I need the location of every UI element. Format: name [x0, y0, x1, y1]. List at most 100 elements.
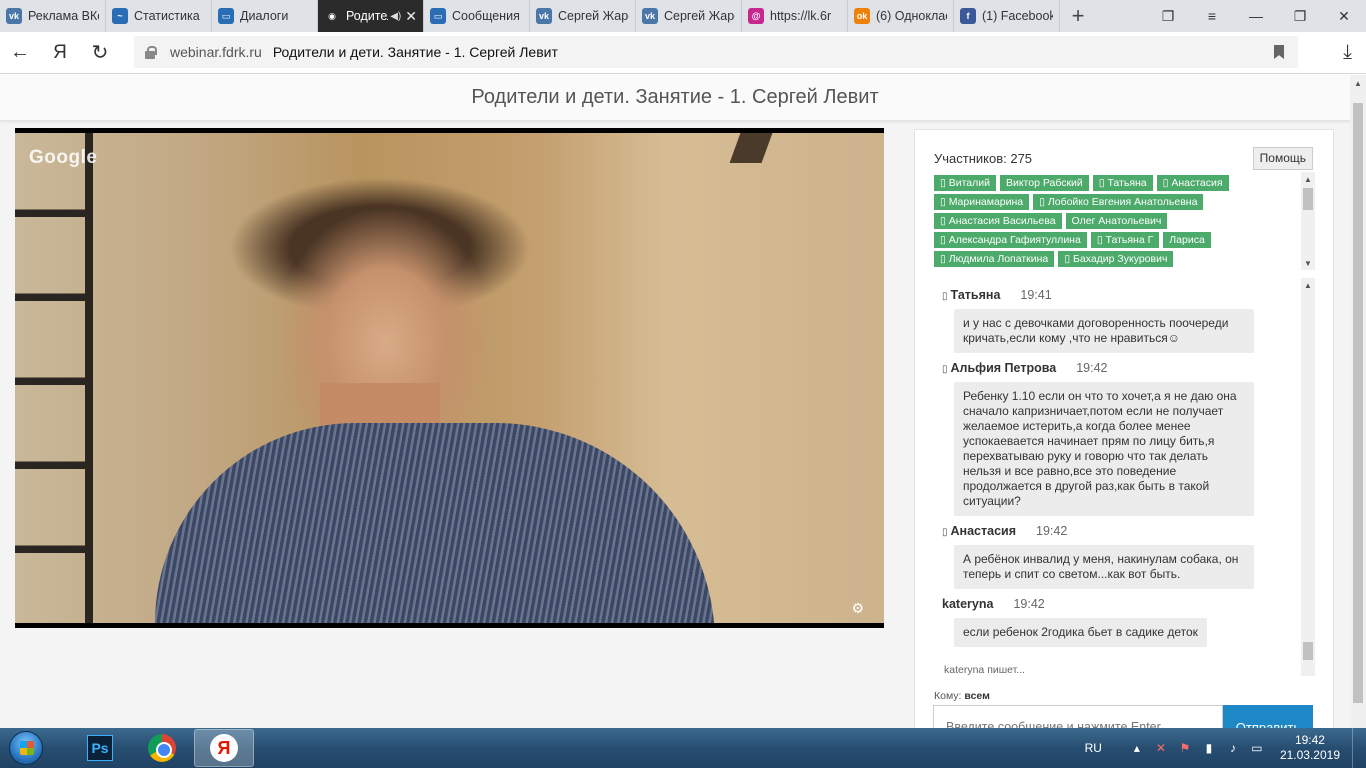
message-time: 19:42: [1036, 524, 1068, 538]
vk-icon: vk: [536, 8, 552, 24]
message-author[interactable]: ▯ Анастасия: [942, 524, 1016, 538]
signal-icon[interactable]: ▮: [1200, 741, 1218, 755]
participants-scrollbar[interactable]: ▲ ▼: [1301, 172, 1315, 270]
participant-chip[interactable]: ▯ Анастасия Васильева: [934, 213, 1062, 229]
participant-chip[interactable]: Лариса: [1163, 232, 1211, 248]
window-controls: ❐ ≡ — ❐ ✕: [1146, 0, 1366, 32]
taskbar-yandex-browser[interactable]: Я: [194, 729, 254, 767]
system-tray: RU ▴ ✕ ⚑ ▮ ♪ ▭ 19:42 21.03.2019: [1085, 728, 1366, 768]
system-clock[interactable]: 19:42 21.03.2019: [1280, 733, 1340, 763]
message-input[interactable]: [933, 705, 1223, 728]
browser-tab[interactable]: vk Реклама ВКонтакте: [0, 0, 106, 32]
menu-icon[interactable]: ≡: [1190, 0, 1234, 32]
windows-taskbar: Ps Я RU ▴ ✕ ⚑ ▮ ♪ ▭ 19:42 21.03.2019: [0, 728, 1366, 768]
minimize-icon[interactable]: —: [1234, 0, 1278, 32]
participant-chip[interactable]: ▯ Людмила Лопаткина: [934, 251, 1055, 267]
browser-tab[interactable]: @ https://lk.6r: [742, 0, 848, 32]
taskbar-chrome[interactable]: [132, 729, 192, 767]
participant-chip[interactable]: ▯ Маринамарина: [934, 194, 1030, 210]
author-name: Татьяна: [950, 288, 1001, 302]
url-field[interactable]: webinar.fdrk.ru Родители и дети. Занятие…: [134, 36, 1298, 68]
user-icon: ▯: [942, 527, 948, 538]
reload-button[interactable]: ↻: [80, 33, 120, 73]
message-author[interactable]: ▯ Альфия Петрова: [942, 361, 1056, 375]
recipient-label: Кому:: [934, 690, 962, 702]
clock-date: 21.03.2019: [1279, 748, 1340, 762]
browser-tab[interactable]: ◉ Родители◀) ✕: [318, 0, 424, 32]
show-desktop-button[interactable]: [1352, 728, 1366, 768]
language-indicator[interactable]: RU: [1085, 741, 1102, 755]
scroll-up-icon[interactable]: ▲: [1301, 172, 1315, 186]
close-icon[interactable]: ✕: [405, 8, 417, 25]
tab-title: https://lk.6r: [770, 9, 832, 23]
browser-tab[interactable]: ~ Статистика: [106, 0, 212, 32]
scroll-up-icon[interactable]: ▲: [1301, 278, 1315, 292]
user-icon: ▯: [942, 364, 948, 375]
chat-bubble-icon: ▭: [430, 8, 446, 24]
recipient-line: Кому: всем: [934, 690, 990, 702]
scroll-up-icon[interactable]: ▲: [1350, 75, 1366, 91]
browser-tab[interactable]: ▭ Диалоги: [212, 0, 318, 32]
start-button[interactable]: [0, 728, 52, 768]
yandex-home-button[interactable]: Я: [40, 33, 80, 73]
taskbar-photoshop[interactable]: Ps: [70, 729, 130, 767]
message-author[interactable]: ▯ Татьяна: [942, 288, 1000, 302]
bookmark-icon[interactable]: [1274, 45, 1284, 59]
facebook-icon: f: [960, 8, 976, 24]
new-tab-button[interactable]: +: [1060, 0, 1096, 32]
participant-chip[interactable]: ▯ Лобойко Евгения Анатольевна: [1033, 194, 1204, 210]
webinar-page: Родители и дети. Занятие - 1. Сергей Лев…: [0, 75, 1350, 728]
clock-time: 19:42: [1294, 733, 1325, 747]
webinar-eye-icon: ◉: [328, 10, 336, 21]
volume-icon[interactable]: ♪: [1224, 741, 1242, 755]
chat-scrollbar[interactable]: ▲: [1301, 278, 1315, 676]
message-time: 19:42: [1076, 361, 1108, 375]
message-time: 19:41: [1020, 288, 1052, 302]
speaker-icon[interactable]: ◀): [390, 11, 401, 22]
background-ladder: [15, 133, 85, 623]
participants-count: Участников: 275: [934, 151, 1033, 166]
video-player[interactable]: Google ⚙: [15, 128, 884, 628]
restore-icon[interactable]: ❐: [1278, 0, 1322, 32]
message-header: ▯ Анастасия 19:42: [942, 524, 1299, 538]
network-error-icon[interactable]: ✕: [1152, 741, 1170, 755]
browser-tab[interactable]: ▭ Сообщения: [424, 0, 530, 32]
power-icon[interactable]: ▭: [1248, 741, 1266, 755]
chevron-up-icon[interactable]: ▴: [1128, 741, 1146, 755]
participant-chip[interactable]: ▯ Александра Гафиятуллина: [934, 232, 1087, 248]
url-page-title: Родители и дети. Занятие - 1. Сергей Лев…: [272, 44, 558, 60]
recipient-value[interactable]: всем: [964, 690, 990, 702]
participant-chip[interactable]: ▯ Анастасия: [1156, 175, 1229, 191]
tab-title: Сергей Жаров: [558, 9, 629, 23]
browser-tab[interactable]: ok (6) Одноклассники: [848, 0, 954, 32]
help-button[interactable]: Помощь: [1252, 147, 1313, 170]
download-icon[interactable]: ⤓: [1343, 41, 1352, 64]
participant-chip[interactable]: ▯ Татьяна: [1092, 175, 1153, 191]
message-author[interactable]: kateryna: [942, 597, 993, 611]
send-button[interactable]: Отправить: [1223, 705, 1313, 728]
browser-tab[interactable]: vk Сергей Жаров: [530, 0, 636, 32]
page-scrollbar[interactable]: ▲: [1350, 75, 1366, 728]
message-bubble: если ребенок 2годика бьет в садике деток: [954, 618, 1207, 647]
stats-icon: ~: [112, 8, 128, 24]
participant-chip[interactable]: Олег Анатольевич: [1065, 213, 1168, 229]
scroll-down-icon[interactable]: ▼: [1301, 256, 1315, 270]
participant-chip[interactable]: ▯ Виталий: [934, 175, 996, 191]
warning-flag-icon[interactable]: ⚑: [1176, 741, 1194, 755]
chat-bubble-icon: ▭: [218, 8, 234, 24]
ok-icon: ok: [854, 8, 870, 24]
browser-tab[interactable]: f (1) Facebook: [954, 0, 1060, 32]
participant-chip[interactable]: ▯ Татьяна Г: [1090, 232, 1160, 248]
gear-icon[interactable]: ⚙: [851, 600, 864, 617]
spiral-icon: @: [748, 8, 764, 24]
tabs-overview-icon[interactable]: ❐: [1146, 0, 1190, 32]
browser-tab[interactable]: vk Сергей Жаров: [636, 0, 742, 32]
vk-icon: vk: [642, 8, 658, 24]
back-button[interactable]: ←: [0, 33, 40, 73]
vk-icon: vk: [6, 8, 22, 24]
participant-chip[interactable]: Виктор Рабский: [999, 175, 1089, 191]
close-icon[interactable]: ✕: [1322, 0, 1366, 32]
message-header: ▯ Альфия Петрова 19:42: [942, 361, 1299, 375]
participant-chip[interactable]: ▯ Бахадир Зукурович: [1058, 251, 1174, 267]
page-title: Родители и дети. Занятие - 1. Сергей Лев…: [0, 75, 1350, 121]
